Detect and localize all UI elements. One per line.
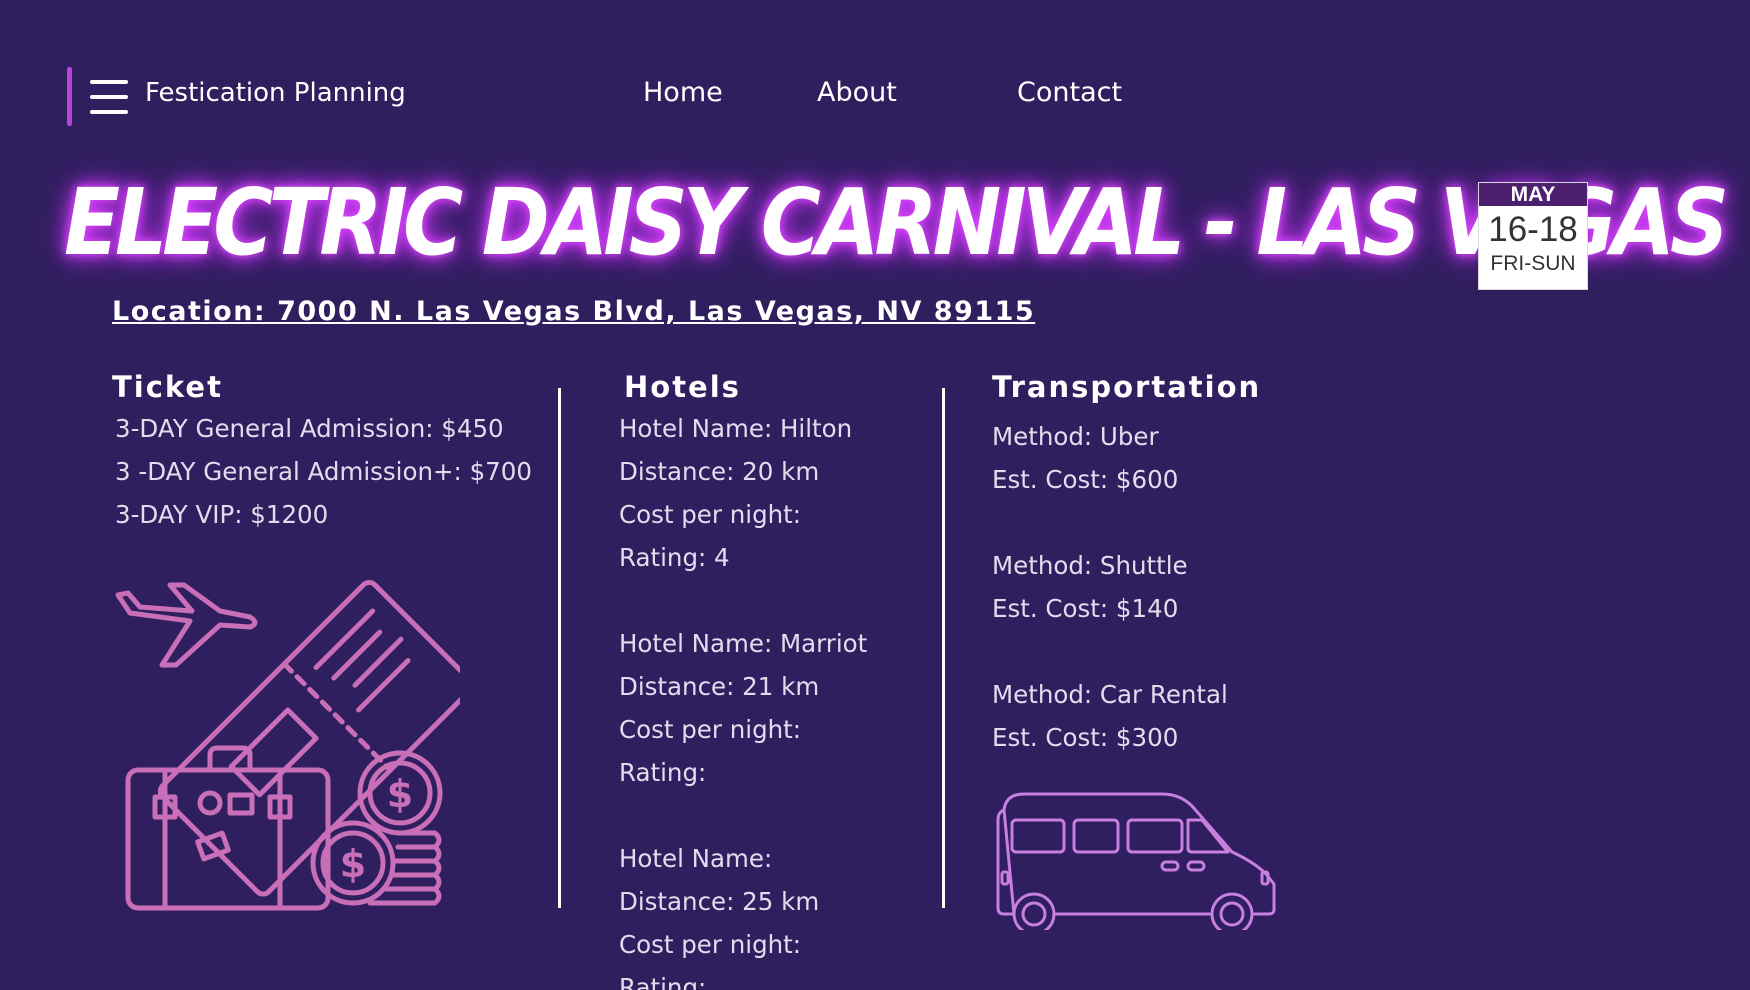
date-days: 16-18 [1488, 210, 1578, 249]
transport-line: Est. Cost: $300 [992, 723, 1179, 752]
transport-line: Method: Car Rental [992, 680, 1228, 709]
transport-line: Est. Cost: $140 [992, 594, 1179, 623]
date-month: MAY [1479, 183, 1587, 206]
hotel-line: Distance: 25 km [619, 887, 820, 916]
hotel-line: Distance: 20 km [619, 457, 820, 486]
transport-line: Method: Uber [992, 422, 1159, 451]
hotel-line: Hotel Name: Marriot [619, 629, 868, 658]
ticket-option: 3-DAY VIP: $1200 [115, 500, 329, 529]
travel-ticket-suitcase-coins-icon: $ $ [115, 579, 460, 911]
hotel-line: Cost per night: [619, 715, 802, 744]
hotel-line: Distance: 21 km [619, 672, 820, 701]
hotel-line: Rating: [619, 973, 707, 990]
date-weekdays: FRI-SUN [1490, 252, 1576, 275]
van-icon [996, 792, 1276, 930]
hotel-line: Hotel Name: Hilton [619, 414, 853, 443]
column-divider [942, 388, 945, 908]
transport-line: Est. Cost: $600 [992, 465, 1179, 494]
nav-contact-link[interactable]: Contact [1017, 77, 1122, 108]
transportation-heading: Transportation [992, 370, 1262, 404]
event-title: ELECTRIC DAISY CARNIVAL - LAS VEGAS [64, 170, 1729, 277]
hotel-spacer [619, 579, 867, 622]
hotel-spacer [619, 794, 867, 837]
transport-line: Method: Shuttle [992, 551, 1188, 580]
ticket-heading: Ticket [112, 370, 223, 404]
nav-about-link[interactable]: About [817, 77, 897, 108]
hotel-line: Rating: [619, 758, 707, 787]
date-badge: MAY 16-18 FRI-SUN [1478, 182, 1588, 290]
hotel-line: Cost per night: [619, 930, 802, 959]
column-divider [558, 388, 561, 908]
hotels-heading: Hotels [624, 370, 741, 404]
header-accent-bar [67, 67, 72, 126]
hamburger-menu-icon[interactable] [90, 80, 128, 114]
hotel-line: Hotel Name: [619, 844, 773, 873]
ticket-option: 3-DAY General Admission: $450 [115, 414, 504, 443]
ticket-option: 3 -DAY General Admission+: $700 [115, 457, 532, 486]
location-link[interactable]: Location: 7000 N. Las Vegas Blvd, Las Ve… [112, 296, 1035, 327]
hotel-line: Cost per night: [619, 500, 802, 529]
transportation-list: Method: Uber Est. Cost: $600 Method: Shu… [992, 415, 1228, 759]
brand-name: Festication Planning [145, 78, 406, 108]
svg-text:$: $ [340, 842, 366, 886]
transport-spacer [992, 630, 1228, 673]
transport-spacer [992, 501, 1228, 544]
hotel-line: Rating: 4 [619, 543, 730, 572]
page: Festication Planning Home About Contact … [0, 0, 1750, 990]
nav-home-link[interactable]: Home [643, 77, 723, 108]
svg-text:$: $ [387, 772, 413, 816]
ticket-list: 3-DAY General Admission: $450 3 -DAY Gen… [115, 407, 532, 536]
hotels-list: Hotel Name: Hilton Distance: 20 km Cost … [619, 407, 867, 990]
